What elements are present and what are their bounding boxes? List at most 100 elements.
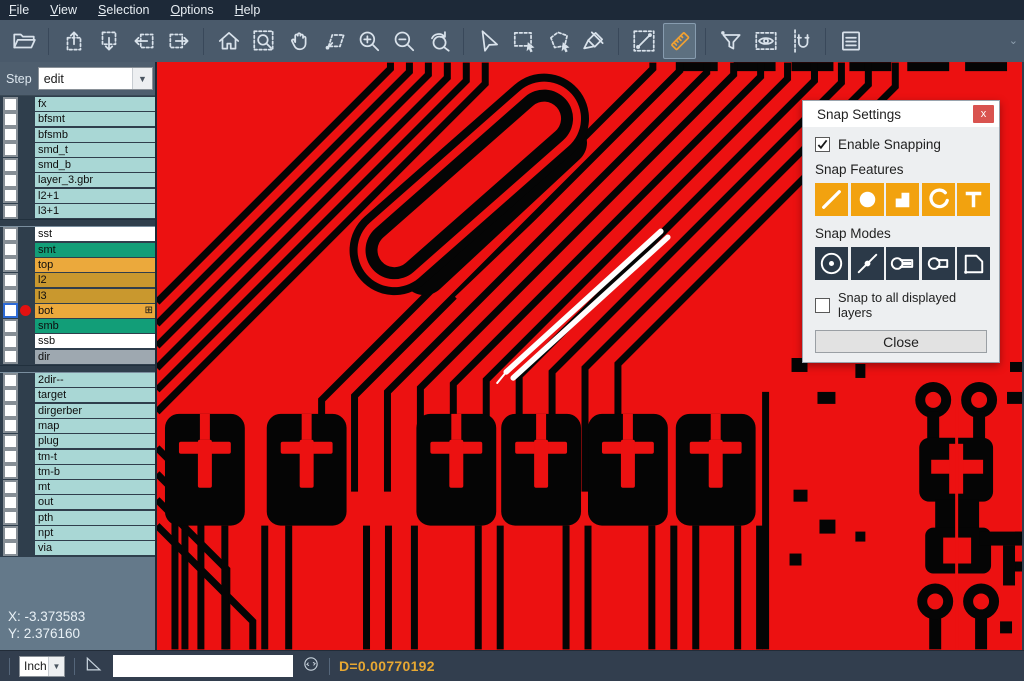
enable-snapping-row[interactable]: Enable Snapping	[815, 137, 987, 152]
layer-visibility-checkbox[interactable]	[3, 204, 18, 219]
toolbar-overflow-chevron[interactable]: ⌄	[1009, 34, 1018, 47]
layer-row-ssb[interactable]: ssb	[0, 334, 155, 348]
layer-row-out[interactable]: out	[0, 495, 155, 509]
layer-visibility-checkbox[interactable]	[3, 526, 18, 541]
measure-distance-icon[interactable]	[628, 24, 659, 58]
layer-name[interactable]: 2dir--	[35, 373, 155, 387]
snap-magnet-icon[interactable]	[785, 24, 816, 58]
layer-name[interactable]: tm-t	[35, 450, 155, 464]
layer-row-sst[interactable]: sst	[0, 227, 155, 241]
close-icon[interactable]: x	[973, 105, 994, 123]
layer-visibility-checkbox[interactable]	[3, 188, 18, 203]
layer-row-fx[interactable]: fx	[0, 97, 155, 111]
layer-row-dirgerber[interactable]: dirgerber	[0, 404, 155, 418]
snap-mode-polygon-vertex-button[interactable]	[957, 247, 990, 280]
layer-name[interactable]: bfsmt	[35, 112, 155, 126]
layer-row-pth[interactable]: pth	[0, 511, 155, 525]
snap-feature-line-button[interactable]	[815, 183, 848, 216]
layer-visibility-checkbox[interactable]	[3, 227, 18, 242]
snap-feature-text-button[interactable]	[957, 183, 990, 216]
report-list-icon[interactable]	[835, 24, 866, 58]
layer-name[interactable]: fx	[35, 97, 155, 111]
menu-selection[interactable]: Selection	[98, 3, 149, 17]
layer-name[interactable]: pth	[35, 511, 155, 525]
filter-icon[interactable]	[715, 24, 746, 58]
layer-name[interactable]: plug	[35, 434, 155, 448]
step-dropdown[interactable]: edit ▼	[38, 67, 153, 90]
layer-visibility-checkbox[interactable]	[3, 464, 18, 479]
grid-icon[interactable]: ⊞	[145, 306, 153, 316]
layer-visibility-checkbox[interactable]	[3, 480, 18, 495]
layer-row-2dir--[interactable]: 2dir--	[0, 373, 155, 387]
measure-input[interactable]	[113, 655, 293, 677]
layer-name[interactable]: out	[35, 495, 155, 509]
layer-row-smd_t[interactable]: smd_t	[0, 143, 155, 157]
layer-row-layer_3.gbr[interactable]: layer_3.gbr	[0, 173, 155, 187]
close-button[interactable]: Close	[815, 330, 987, 353]
snap-mode-on-line-button[interactable]	[851, 247, 884, 280]
snap-all-layers-row[interactable]: Snap to all displayed layers	[815, 290, 987, 320]
home-icon[interactable]	[213, 24, 244, 58]
layer-row-bfsmb[interactable]: bfsmb	[0, 128, 155, 142]
layer-row-bfsmt[interactable]: bfsmt	[0, 112, 155, 126]
layer-row-npt[interactable]: npt	[0, 526, 155, 540]
layer-row-target[interactable]: target	[0, 388, 155, 402]
layer-visibility-checkbox[interactable]	[3, 273, 18, 288]
unit-dropdown[interactable]: Inch ▼	[19, 656, 65, 677]
show-eye-icon[interactable]	[750, 24, 781, 58]
layer-visibility-checkbox[interactable]	[3, 349, 18, 364]
zoom-previous-icon[interactable]	[423, 24, 454, 58]
layer-name[interactable]: bot⊞	[35, 304, 155, 318]
layer-name[interactable]: target	[35, 388, 155, 402]
layer-visibility-checkbox[interactable]	[3, 319, 18, 334]
refresh-icon[interactable]	[302, 655, 320, 678]
angle-icon[interactable]	[84, 654, 104, 679]
layer-row-top[interactable]: top	[0, 258, 155, 272]
layer-name[interactable]: npt	[35, 526, 155, 540]
layer-row-smb[interactable]: smb	[0, 319, 155, 333]
layer-visibility-checkbox[interactable]	[3, 495, 18, 510]
layer-row-dir[interactable]: dir	[0, 350, 155, 364]
dialog-title-bar[interactable]: Snap Settings x	[803, 101, 999, 127]
layer-visibility-checkbox[interactable]	[3, 112, 18, 127]
layer-name[interactable]: smb	[35, 319, 155, 333]
layer-visibility-checkbox[interactable]	[3, 418, 18, 433]
layer-row-l2+1[interactable]: l2+1	[0, 189, 155, 203]
snap-feature-arc-button[interactable]	[922, 183, 955, 216]
snap-mode-pad-outline-button[interactable]	[922, 247, 955, 280]
layer-name[interactable]: mt	[35, 480, 155, 494]
layer-name[interactable]: sst	[35, 227, 155, 241]
layer-visibility-checkbox[interactable]	[3, 334, 18, 349]
snap-feature-circle-button[interactable]	[851, 183, 884, 216]
select-pointer-icon[interactable]	[473, 24, 504, 58]
layer-row-smt[interactable]: smt	[0, 243, 155, 257]
layer-name[interactable]: dir	[35, 350, 155, 364]
layer-row-l3[interactable]: l3	[0, 289, 155, 303]
layer-row-smd_b[interactable]: smd_b	[0, 158, 155, 172]
layer-row-bot[interactable]: bot⊞	[0, 304, 155, 318]
snap-feature-surface-button[interactable]	[886, 183, 919, 216]
layer-visibility-checkbox[interactable]	[3, 127, 18, 142]
layer-name[interactable]: ssb	[35, 334, 155, 348]
brush-clear-icon[interactable]	[578, 24, 609, 58]
menu-options[interactable]: Options	[170, 3, 213, 17]
ruler-icon[interactable]	[663, 23, 696, 59]
zoom-selection-icon[interactable]	[248, 24, 279, 58]
enable-snapping-checkbox[interactable]	[815, 137, 830, 152]
snap-all-layers-checkbox[interactable]	[815, 298, 830, 313]
pan-hand-icon[interactable]	[283, 24, 314, 58]
layer-visibility-checkbox[interactable]	[3, 403, 18, 418]
layer-name[interactable]: l3+1	[35, 204, 155, 218]
layer-visibility-checkbox[interactable]	[3, 434, 18, 449]
layer-name[interactable]: bfsmb	[35, 128, 155, 142]
layer-row-l2[interactable]: l2	[0, 273, 155, 287]
open-folder-icon[interactable]	[8, 24, 39, 58]
menu-file[interactable]: File	[9, 3, 29, 17]
select-polygon-icon[interactable]	[543, 24, 574, 58]
zoom-out-icon[interactable]	[388, 24, 419, 58]
layer-row-via[interactable]: via	[0, 541, 155, 555]
layer-row-tm-b[interactable]: tm-b	[0, 465, 155, 479]
layer-visibility-checkbox[interactable]	[3, 449, 18, 464]
layer-row-l3+1[interactable]: l3+1	[0, 204, 155, 218]
layer-name[interactable]: l2	[35, 273, 155, 287]
